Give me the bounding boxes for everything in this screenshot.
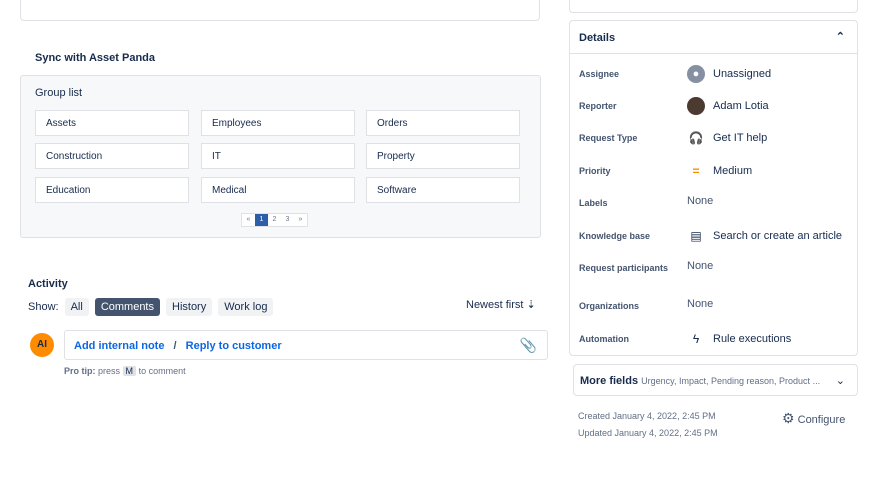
previous-panel (20, 0, 540, 21)
request-type-value[interactable]: 🎧 Get IT help (687, 129, 768, 147)
reporter-avatar (687, 97, 705, 115)
protip-key: M (122, 366, 137, 376)
page-1[interactable]: 1 (255, 214, 268, 226)
reporter-text: Adam Lotia (713, 100, 769, 112)
assignee-value[interactable]: ● Unassigned (687, 65, 771, 83)
book-icon: ▤ (690, 229, 702, 243)
request-participants-label: Request participants (579, 263, 669, 273)
status-panel (569, 0, 858, 13)
group-list-panel: Group list Assets Employees Orders Const… (20, 75, 541, 238)
configure-label: Configure (797, 414, 846, 426)
request-type-label: Request Type (579, 133, 638, 143)
add-internal-note-link[interactable]: Add internal note (74, 340, 164, 352)
knowledge-base-label: Knowledge base (579, 231, 651, 241)
page-next[interactable]: » (294, 214, 307, 226)
group-software[interactable]: Software (366, 177, 520, 203)
pagination: « 1 2 3 » (241, 213, 308, 227)
activity-title: Activity (28, 278, 68, 290)
comment-box[interactable]: Add internal note / Reply to customer 📎 (64, 330, 548, 360)
organizations-label: Organizations (579, 301, 640, 311)
details-title: Details (579, 32, 616, 44)
knowledge-base-value[interactable]: ▤ Search or create an article (687, 227, 842, 245)
group-property[interactable]: Property (366, 143, 520, 169)
created-date: Created January 4, 2022, 2:45 PM (578, 411, 716, 421)
more-fields[interactable]: More fields Urgency, Impact, Pending rea… (573, 364, 858, 396)
knowledge-base-text: Search or create an article (713, 230, 843, 242)
group-orders[interactable]: Orders (366, 110, 520, 136)
protip-pre: press (98, 366, 121, 376)
reporter-value[interactable]: Adam Lotia (687, 97, 769, 115)
user-icon: ● (687, 65, 705, 83)
automation-value[interactable]: ϟ Rule executions (687, 330, 791, 348)
headset-icon: 🎧 (688, 131, 704, 145)
group-construction[interactable]: Construction (35, 143, 189, 169)
group-it[interactable]: IT (201, 143, 355, 169)
separator: / (173, 340, 177, 352)
protip-label: Pro tip: (64, 366, 96, 376)
labels-label: Labels (579, 198, 608, 208)
more-fields-summary: Urgency, Impact, Pending reason, Product… (641, 376, 821, 386)
priority-text: Medium (713, 165, 753, 177)
automation-text: Rule executions (713, 333, 792, 345)
page-3[interactable]: 3 (281, 214, 294, 226)
chevron-up-icon[interactable]: ⌃ (836, 30, 845, 43)
details-panel: Details ⌃ Assignee ● Unassigned Reporter … (569, 20, 858, 356)
page-2[interactable]: 2 (268, 214, 281, 226)
filter-history[interactable]: History (166, 298, 213, 316)
lightning-icon: ϟ (692, 332, 700, 346)
filter-all[interactable]: All (64, 298, 89, 316)
group-employees[interactable]: Employees (201, 110, 355, 136)
activity-filters: Show: All Comments History Work log (28, 298, 274, 316)
priority-label: Priority (579, 166, 611, 176)
group-assets[interactable]: Assets (35, 110, 189, 136)
reply-to-customer-link[interactable]: Reply to customer (186, 340, 282, 352)
priority-value[interactable]: = Medium (687, 162, 752, 180)
pro-tip: Pro tip: press M to comment (64, 366, 186, 376)
organizations-value[interactable]: None (687, 298, 713, 310)
protip-post: to comment (138, 366, 186, 376)
filter-work-log[interactable]: Work log (218, 298, 274, 316)
labels-value[interactable]: None (687, 195, 713, 207)
automation-label: Automation (579, 334, 629, 344)
group-education[interactable]: Education (35, 177, 189, 203)
chevron-down-icon[interactable]: ⌄ (836, 374, 845, 387)
updated-date: Updated January 4, 2022, 2:45 PM (578, 428, 718, 438)
more-fields-label: More fields (580, 375, 639, 387)
user-avatar: AI (30, 333, 54, 357)
priority-medium-icon: = (692, 164, 700, 178)
page-prev[interactable]: « (242, 214, 255, 226)
group-list-label: Group list (35, 87, 83, 99)
sort-newest-first[interactable]: Newest first ⇣ (466, 298, 536, 311)
gear-icon: ⚙ (782, 410, 795, 426)
paperclip-icon[interactable]: 📎 (520, 337, 537, 354)
group-medical[interactable]: Medical (201, 177, 355, 203)
request-type-text: Get IT help (713, 132, 768, 144)
assignee-text: Unassigned (713, 68, 772, 80)
details-header[interactable]: Details ⌃ (570, 21, 857, 54)
show-label: Show: (28, 301, 59, 313)
filter-comments[interactable]: Comments (94, 298, 160, 316)
assignee-label: Assignee (579, 69, 620, 79)
configure-button[interactable]: ⚙ Configure (782, 410, 845, 427)
request-participants-value[interactable]: None (687, 260, 713, 272)
reporter-label: Reporter (579, 101, 617, 111)
sync-title: Sync with Asset Panda (35, 52, 156, 64)
